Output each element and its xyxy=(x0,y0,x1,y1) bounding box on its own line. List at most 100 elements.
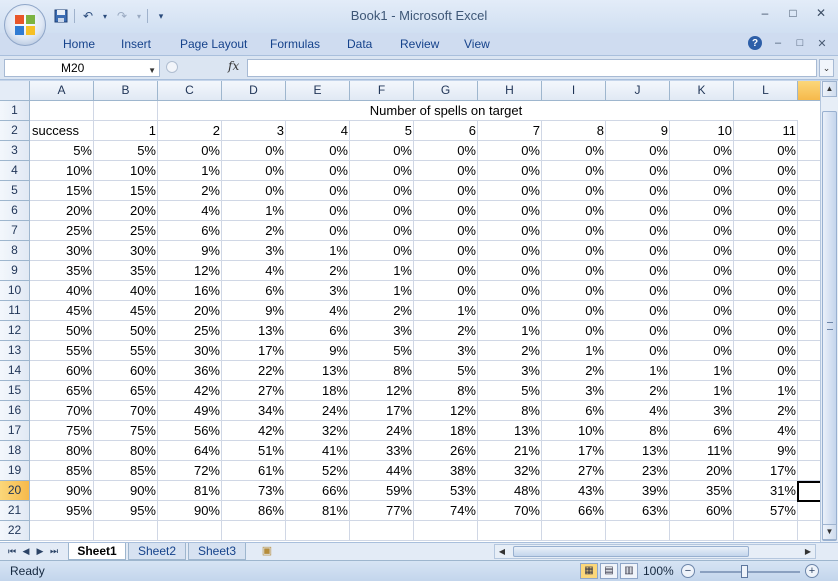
data-cell[interactable]: 90% xyxy=(94,481,158,501)
data-cell[interactable]: 0% xyxy=(222,161,286,181)
data-cell[interactable]: 9% xyxy=(158,241,222,261)
data-cell[interactable]: 33% xyxy=(350,441,414,461)
scroll-up-icon[interactable]: ▲ xyxy=(822,81,837,97)
data-cell[interactable]: 0% xyxy=(734,221,798,241)
zoom-level[interactable]: 100% xyxy=(643,564,674,578)
grid-cell[interactable] xyxy=(30,101,94,121)
data-cell[interactable]: 20% xyxy=(30,201,94,221)
merged-title-cell[interactable]: Number of spells on target xyxy=(94,101,798,121)
header-cell-spells[interactable]: 4 xyxy=(286,121,350,141)
data-cell[interactable]: 8% xyxy=(350,361,414,381)
workbook-minimize-button[interactable]: – xyxy=(772,37,784,49)
data-cell[interactable]: 61% xyxy=(222,461,286,481)
tab-formulas[interactable]: Formulas xyxy=(270,37,320,51)
data-cell[interactable]: 0% xyxy=(478,141,542,161)
insert-sheet-icon[interactable]: ▣ xyxy=(256,544,278,559)
data-cell[interactable]: 0% xyxy=(542,161,606,181)
data-cell[interactable]: 3% xyxy=(542,381,606,401)
data-cell[interactable]: 60% xyxy=(94,361,158,381)
data-cell[interactable]: 0% xyxy=(158,141,222,161)
data-cell[interactable]: 6% xyxy=(158,221,222,241)
row-header-16[interactable]: 16 xyxy=(0,401,30,421)
column-header-l[interactable]: L xyxy=(734,81,798,101)
data-cell[interactable]: 0% xyxy=(542,301,606,321)
grid-cell[interactable] xyxy=(798,521,820,541)
office-button[interactable] xyxy=(4,4,46,46)
data-cell[interactable]: 0% xyxy=(734,321,798,341)
data-cell[interactable]: 0% xyxy=(542,241,606,261)
data-cell[interactable]: 15% xyxy=(30,181,94,201)
header-cell-spells[interactable]: 3 xyxy=(222,121,286,141)
data-cell[interactable]: 57% xyxy=(734,501,798,521)
data-cell[interactable]: 0% xyxy=(606,241,670,261)
data-cell[interactable]: 0% xyxy=(286,141,350,161)
data-cell[interactable]: 5% xyxy=(30,141,94,161)
data-cell[interactable]: 2% xyxy=(222,221,286,241)
next-sheet-icon[interactable]: ▶ xyxy=(34,545,46,558)
data-cell[interactable]: 45% xyxy=(94,301,158,321)
column-header-a[interactable]: A xyxy=(30,81,94,101)
data-cell[interactable]: 0% xyxy=(606,281,670,301)
data-cell[interactable]: 1% xyxy=(542,341,606,361)
data-cell[interactable]: 32% xyxy=(478,461,542,481)
data-cell[interactable]: 0% xyxy=(542,281,606,301)
row-header-20[interactable]: 20 xyxy=(0,481,30,501)
grid-cell[interactable] xyxy=(798,421,820,441)
header-cell-spells[interactable]: 2 xyxy=(158,121,222,141)
data-cell[interactable]: 6% xyxy=(222,281,286,301)
data-cell[interactable]: 45% xyxy=(30,301,94,321)
data-cell[interactable]: 26% xyxy=(414,441,478,461)
data-cell[interactable]: 6% xyxy=(670,421,734,441)
data-cell[interactable]: 4% xyxy=(606,401,670,421)
data-cell[interactable]: 60% xyxy=(30,361,94,381)
data-cell[interactable]: 0% xyxy=(734,241,798,261)
data-cell[interactable]: 20% xyxy=(670,461,734,481)
header-cell-success[interactable]: success xyxy=(30,121,94,141)
data-cell[interactable]: 6% xyxy=(286,321,350,341)
data-cell[interactable]: 72% xyxy=(158,461,222,481)
data-cell[interactable]: 21% xyxy=(478,441,542,461)
data-cell[interactable]: 0% xyxy=(478,281,542,301)
row-header-10[interactable]: 10 xyxy=(0,281,30,301)
column-header-j[interactable]: J xyxy=(606,81,670,101)
data-cell[interactable]: 2% xyxy=(478,341,542,361)
data-cell[interactable]: 6% xyxy=(542,401,606,421)
select-all-corner[interactable] xyxy=(0,81,30,101)
row-header-3[interactable]: 3 xyxy=(0,141,30,161)
last-sheet-icon[interactable]: ⏭ xyxy=(48,545,60,558)
data-cell[interactable]: 13% xyxy=(606,441,670,461)
grid-cell[interactable] xyxy=(798,401,820,421)
row-header-22[interactable]: 22 xyxy=(0,521,30,541)
data-cell[interactable]: 35% xyxy=(670,481,734,501)
data-cell[interactable]: 10% xyxy=(542,421,606,441)
scroll-down-icon[interactable]: ▼ xyxy=(822,524,837,540)
data-cell[interactable]: 23% xyxy=(606,461,670,481)
grid-cell[interactable] xyxy=(734,521,798,541)
insert-function-icon[interactable]: fx xyxy=(228,59,239,73)
data-cell[interactable]: 16% xyxy=(158,281,222,301)
data-cell[interactable]: 38% xyxy=(414,461,478,481)
data-cell[interactable]: 52% xyxy=(286,461,350,481)
data-cell[interactable]: 8% xyxy=(478,401,542,421)
data-cell[interactable]: 0% xyxy=(478,181,542,201)
data-cell[interactable]: 0% xyxy=(286,161,350,181)
data-cell[interactable]: 0% xyxy=(350,161,414,181)
worksheet-grid[interactable]: Number of spells on target ABCDEFGHIJKL1… xyxy=(0,81,820,542)
data-cell[interactable]: 2% xyxy=(734,401,798,421)
data-cell[interactable]: 0% xyxy=(414,161,478,181)
grid-cell[interactable] xyxy=(798,501,820,521)
data-cell[interactable]: 65% xyxy=(94,381,158,401)
maximize-button[interactable]: □ xyxy=(786,6,800,20)
expand-formula-bar-icon[interactable]: ⌄ xyxy=(819,59,834,77)
data-cell[interactable]: 55% xyxy=(30,341,94,361)
data-cell[interactable]: 5% xyxy=(478,381,542,401)
grid-cell[interactable] xyxy=(798,321,820,341)
data-cell[interactable]: 1% xyxy=(350,261,414,281)
data-cell[interactable]: 0% xyxy=(670,181,734,201)
data-cell[interactable]: 80% xyxy=(30,441,94,461)
data-cell[interactable]: 44% xyxy=(350,461,414,481)
data-cell[interactable]: 17% xyxy=(222,341,286,361)
data-cell[interactable]: 0% xyxy=(670,161,734,181)
data-cell[interactable]: 9% xyxy=(222,301,286,321)
data-cell[interactable]: 0% xyxy=(670,141,734,161)
